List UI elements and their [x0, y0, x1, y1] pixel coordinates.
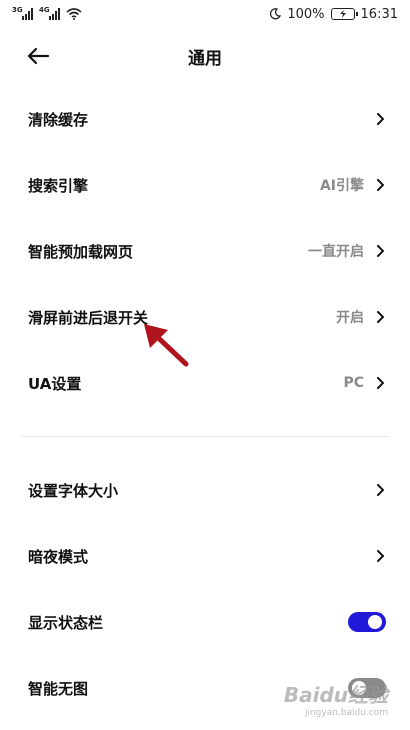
- chevron-right-icon: [376, 310, 386, 324]
- chevron-right-icon: [376, 549, 386, 563]
- watermark: Baidu经验 jingyan.baidu.com: [284, 679, 388, 718]
- battery-percent: 100%: [287, 6, 325, 22]
- setting-ua[interactable]: UA设置 PC: [0, 350, 410, 416]
- setting-label: 清除缓存: [28, 110, 89, 129]
- chevron-right-icon: [376, 483, 386, 497]
- annotation-arrow-icon: [144, 324, 189, 367]
- settings-list: 清除缓存 搜索引擎 AI引擎 智能预加载网页 一直开启 滑屏前进后退开关 开启: [0, 86, 410, 721]
- setting-search-engine[interactable]: 搜索引擎 AI引擎: [0, 152, 410, 218]
- setting-value: 开启: [336, 310, 364, 326]
- setting-right: AI引擎: [320, 175, 386, 195]
- setting-label: 设置字体大小: [28, 481, 119, 500]
- setting-label: 智能无图: [28, 679, 89, 698]
- chevron-right-icon: [376, 112, 386, 126]
- chevron-right-icon: [376, 178, 386, 192]
- network-type-2: 4G: [39, 6, 50, 14]
- setting-value: 一直开启: [308, 244, 364, 260]
- page-title: 通用: [188, 48, 222, 69]
- status-left: 3G 4G: [12, 6, 82, 20]
- setting-smart-preload[interactable]: 智能预加载网页 一直开启: [0, 218, 410, 284]
- setting-label: 搜索引擎: [28, 176, 89, 195]
- section-divider: [22, 436, 388, 437]
- setting-label: 智能预加载网页: [28, 242, 134, 261]
- setting-right: 开启: [336, 307, 386, 327]
- setting-dark-mode[interactable]: 暗夜模式: [0, 523, 410, 589]
- setting-right: [376, 112, 386, 126]
- chevron-right-icon: [376, 376, 386, 390]
- setting-right: [376, 483, 386, 497]
- setting-font-size[interactable]: 设置字体大小: [0, 457, 410, 523]
- moon-icon: [270, 8, 282, 20]
- signal-icon: 3G: [12, 6, 33, 20]
- network-type-1: 3G: [12, 6, 23, 14]
- toggle-knob: [368, 615, 382, 629]
- setting-label: 显示状态栏: [28, 613, 104, 632]
- setting-value: AI引擎: [319, 178, 364, 194]
- setting-swipe-navigation[interactable]: 滑屏前进后退开关 开启: [0, 284, 410, 350]
- chevron-right-icon: [376, 244, 386, 258]
- status-right: 100% 16:31: [269, 7, 398, 22]
- setting-clear-cache[interactable]: 清除缓存: [0, 86, 410, 152]
- setting-label: 滑屏前进后退开关: [28, 308, 149, 327]
- setting-right: 一直开启: [308, 241, 386, 261]
- status-bar: 3G 4G 100% 16:31: [0, 0, 410, 28]
- signal-icon: 4G: [39, 6, 60, 20]
- arrow-left-icon: [27, 47, 50, 65]
- setting-show-status-bar: 显示状态栏: [0, 589, 410, 655]
- battery-icon: [330, 8, 358, 20]
- setting-label: 暗夜模式: [28, 547, 89, 566]
- header: 通用: [0, 34, 410, 78]
- setting-right: PC: [343, 375, 386, 391]
- wifi-icon: [66, 8, 82, 20]
- clock: 16:31: [360, 6, 398, 22]
- setting-value: PC: [343, 375, 364, 391]
- setting-label: UA设置: [28, 374, 82, 393]
- watermark-logo: Baidu经验: [283, 683, 388, 707]
- status-bar-toggle[interactable]: [348, 612, 386, 632]
- watermark-url: jingyan.baidu.com: [304, 708, 388, 718]
- back-button[interactable]: [24, 42, 52, 70]
- setting-right: [376, 549, 386, 563]
